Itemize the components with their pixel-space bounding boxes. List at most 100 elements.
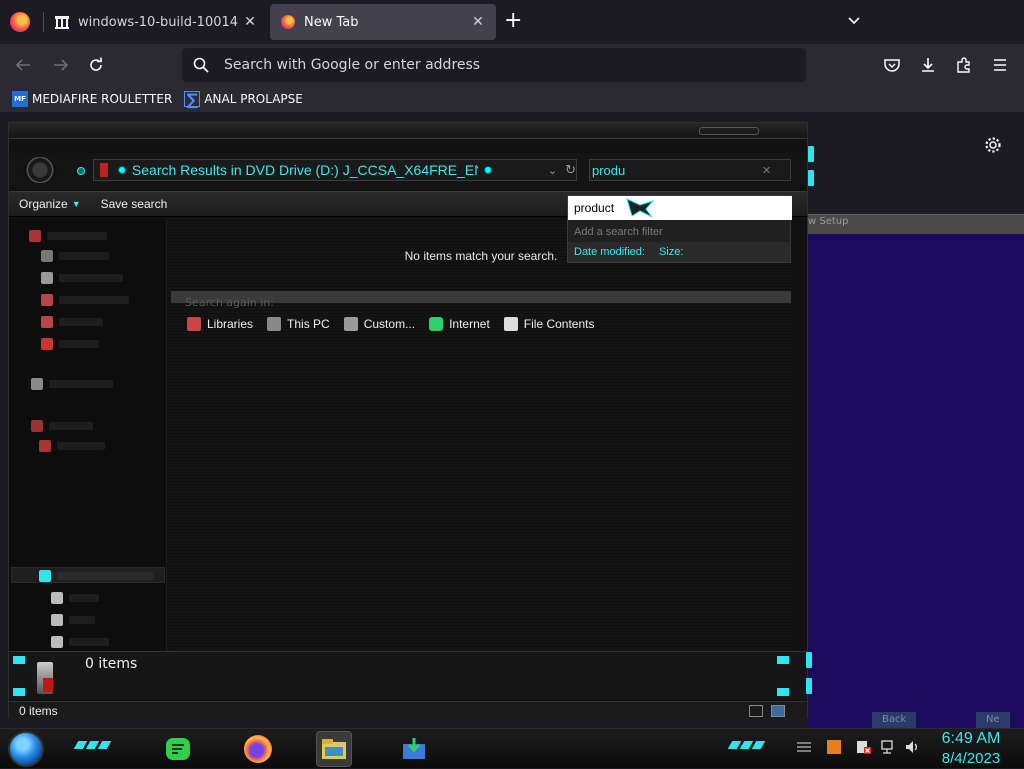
chat-app-icon[interactable] [160,731,196,767]
address-bar[interactable] [182,48,806,82]
search-again-file-contents[interactable]: File Contents [503,317,594,331]
taskbar-decoration [727,741,770,753]
nav-item[interactable] [51,635,109,649]
file-explorer-icon[interactable] [316,731,352,767]
tab-new-tab[interactable]: New Tab ✕ [270,4,496,40]
extensions-icon[interactable] [953,54,975,76]
folder-icon [51,592,63,604]
search-again-this-pc[interactable]: This PC [267,317,330,331]
refresh-icon[interactable]: ↻ [565,163,576,178]
nav-label-placeholder [57,572,153,580]
setup-window-title: w Setup [808,216,849,227]
nav-label-placeholder [47,232,107,240]
action-center-icon[interactable] [856,739,872,755]
drive-icon [39,440,51,452]
volume-icon[interactable] [904,739,920,755]
folder-icon [41,250,53,262]
nav-item[interactable] [41,293,129,307]
details-view-icon[interactable] [749,705,763,717]
downloads-icon[interactable] [917,54,939,76]
show-hidden-icons-icon[interactable] [796,739,812,755]
url-input[interactable] [224,57,784,73]
nav-item[interactable] [29,229,107,243]
back-button[interactable] [12,54,34,76]
frame-decoration [13,688,25,696]
nav-item[interactable] [41,337,99,351]
recent-locations-icon[interactable] [77,167,85,175]
large-icons-view-icon[interactable] [771,705,785,717]
firefox-icon[interactable] [10,12,30,32]
app-tray-icon[interactable] [826,739,842,755]
nav-item[interactable] [31,419,93,433]
setup-next-button[interactable]: Ne [976,712,1010,728]
back-forward-orb-icon[interactable] [23,157,57,183]
search-history-item[interactable]: product [568,196,792,220]
bookmark-mediafire[interactable]: MF MEDIAFIRE ROULETTER [12,91,172,107]
list-all-tabs-icon[interactable] [846,12,862,28]
frame-decoration [777,688,789,696]
nav-item-dvd-drive[interactable] [39,569,153,583]
save-search-button[interactable]: Save search [91,197,178,211]
details-item-count: 0 items [85,656,138,672]
nav-label-placeholder [59,274,123,282]
nav-item[interactable] [39,439,105,453]
bookmark-anal-prolapse[interactable]: ∑ ANAL PROLAPSE [184,90,303,109]
nav-label-placeholder [69,638,109,646]
start-button[interactable] [8,731,44,767]
file-list[interactable]: No items match your search. Search again… [169,219,793,659]
homegroup-icon [31,378,43,390]
nav-item[interactable] [31,377,113,391]
nav-item[interactable] [41,249,109,263]
system-clock[interactable]: 6:49 AM 8/4/2023 [936,729,1006,769]
close-tab-icon[interactable]: ✕ [242,14,258,30]
nav-label-placeholder [49,422,93,430]
nav-item[interactable] [51,613,95,627]
explorer-title-bar[interactable] [9,123,807,139]
organize-button[interactable]: Organize ▼ [9,197,91,211]
setup-window-background [808,222,1024,728]
tab-windows-build[interactable]: windows-10-build-10014 direc ✕ [44,4,268,40]
breadcrumb-separator-icon [117,166,126,174]
menu-icon[interactable] [989,54,1011,76]
pocket-icon[interactable] [881,54,903,76]
explorer-search-box[interactable]: ✕ [589,159,791,181]
history-item-label: product [574,201,615,215]
tab-bar: windows-10-build-10014 direc ✕ New Tab ✕… [0,0,1024,44]
title-decoration [699,127,759,135]
search-again-custom[interactable]: Custom... [343,317,415,331]
search-again-header: Search again in: [171,291,791,309]
organize-label: Organize [19,197,68,211]
nav-label-placeholder [57,442,105,450]
filter-size[interactable]: Size: [659,246,683,258]
new-tab-button[interactable]: + [504,10,522,32]
firefox-icon[interactable] [240,731,276,767]
nav-item[interactable] [51,591,99,605]
filter-date-modified[interactable]: Date modified: [574,246,645,258]
search-again-internet[interactable]: Internet [429,317,490,331]
reload-button[interactable] [85,54,107,76]
search-input[interactable] [592,162,762,178]
search-again-options: Libraries This PC Custom... Internet Fil… [187,317,608,331]
installer-icon[interactable] [396,731,432,767]
clear-search-icon[interactable]: ✕ [762,164,771,177]
search-again-libraries[interactable]: Libraries [187,317,253,331]
page-content: w Setup Back Ne Search Results in DVD Dr… [0,112,1024,728]
save-search-label: Save search [100,197,168,211]
status-bar: 0 items [9,701,807,719]
gear-icon[interactable] [984,136,1002,154]
forward-button[interactable] [50,54,72,76]
nav-label-placeholder [69,594,99,602]
search-again-item-label: Internet [449,317,490,331]
network-icon[interactable] [880,739,896,755]
document-icon [503,317,518,331]
chevron-down-icon[interactable]: ⌄ [548,164,557,177]
nav-item[interactable] [41,271,123,285]
close-tab-icon[interactable]: ✕ [470,14,486,30]
folder-icon [51,614,63,626]
mediafire-icon: MF [12,91,28,107]
dvd-drive-icon [39,570,51,582]
setup-back-button[interactable]: Back [872,712,917,728]
frame-decoration [806,652,812,668]
nav-item[interactable] [41,315,103,329]
explorer-address-bar[interactable]: Search Results in DVD Drive (D:) J_CCSA_… [93,159,577,181]
